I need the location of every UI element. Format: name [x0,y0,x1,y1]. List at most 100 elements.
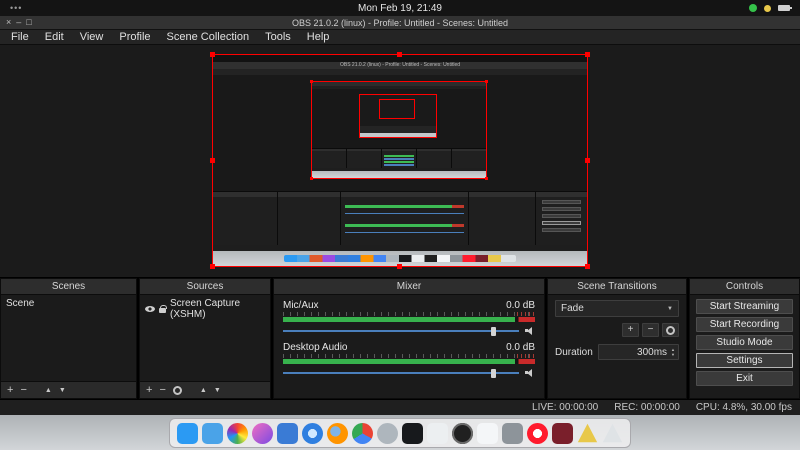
channel-level: 0.0 dB [506,342,535,353]
capture-handle[interactable] [585,52,590,57]
start-streaming-button[interactable]: Start Streaming [696,299,793,314]
volume-slider[interactable] [283,372,519,374]
terminal-icon[interactable] [402,423,423,444]
menu-file[interactable]: File [4,30,36,44]
mixer-body: Mic/Aux 0.0 dB Desktop Audio [274,295,544,398]
db-scale-ticks [283,354,535,358]
mini-mixer-panel [341,192,468,245]
live-time-status: LIVE: 00:00:00 [532,402,598,413]
window-maximize-icon[interactable]: □ [26,18,31,27]
system-settings-icon[interactable] [502,423,523,444]
transitions-panel-title: Scene Transitions [548,279,686,295]
system-clock[interactable]: Mon Feb 19, 21:49 [0,3,800,14]
window-close-icon[interactable]: × [6,18,11,27]
mute-speaker-icon[interactable] [525,368,535,377]
recursive-capture-level-1: OBS 21.0.2 (linux) - Profile: Untitled -… [213,55,587,266]
source-name: Screen Capture (XSHM) [170,298,265,320]
duration-label: Duration [555,347,593,358]
capture-handle[interactable] [585,264,590,269]
screen-capture-source[interactable]: OBS 21.0.2 (linux) - Profile: Untitled -… [212,54,588,267]
move-scene-down-button[interactable]: ▼ [59,385,66,396]
finder-icon[interactable] [177,423,198,444]
add-scene-button[interactable]: + [7,385,13,396]
mail-icon[interactable] [277,423,298,444]
start-recording-button[interactable]: Start Recording [696,317,793,332]
volume-slider[interactable] [283,330,519,332]
move-source-down-button[interactable]: ▼ [214,385,221,396]
photos-icon[interactable] [227,423,248,444]
scenes-list[interactable]: Scene [1,295,136,381]
exit-button[interactable]: Exit [696,371,793,386]
transition-properties-button[interactable] [662,323,679,337]
add-source-button[interactable]: + [146,385,152,396]
move-source-up-button[interactable]: ▲ [200,385,207,396]
menu-scene-collection[interactable]: Scene Collection [160,30,257,44]
status-green-icon[interactable] [749,4,757,12]
remove-source-button[interactable]: − [159,385,165,396]
remove-transition-button[interactable]: − [642,323,659,337]
audio-level-meter [283,359,535,364]
settings-button[interactable]: Settings [696,353,793,368]
volume-slider-knob[interactable] [491,327,496,336]
transitions-body: Fade ▼ + − Duration 300ms ▲ ▼ [548,295,686,398]
capture-handle[interactable] [397,52,402,57]
spin-down-icon[interactable]: ▼ [671,353,675,357]
installer2-icon[interactable] [602,423,623,444]
controls-body: Start Streaming Start Recording Studio M… [690,295,799,398]
transition-selected-value: Fade [561,303,584,314]
transition-select[interactable]: Fade ▼ [555,300,679,317]
menu-help[interactable]: Help [300,30,337,44]
gear-icon [666,326,675,335]
capture-handle[interactable] [210,52,215,57]
mini-panels-row [213,191,587,245]
status-yellow-icon[interactable] [764,5,771,12]
opera-icon[interactable] [527,423,548,444]
capture-handle[interactable] [585,158,590,163]
rec-time-status: REC: 00:00:00 [614,402,680,413]
obs-menubar: File Edit View Profile Scene Collection … [0,30,800,45]
menu-edit[interactable]: Edit [38,30,71,44]
move-scene-up-button[interactable]: ▲ [45,385,52,396]
remove-scene-button[interactable]: − [20,385,26,396]
preview-canvas[interactable]: OBS 21.0.2 (linux) - Profile: Untitled -… [0,45,800,277]
mute-speaker-icon[interactable] [525,326,535,335]
notes-icon[interactable] [427,423,448,444]
scene-name: Scene [6,298,34,309]
visibility-icon[interactable] [145,306,155,312]
duration-input[interactable]: 300ms ▲ ▼ [598,344,679,360]
installer-icon[interactable] [577,423,598,444]
volume-slider-knob[interactable] [491,369,496,378]
music-icon[interactable] [252,423,273,444]
sources-list[interactable]: Screen Capture (XSHM) [140,295,270,381]
obs-titlebar[interactable]: × – □ OBS 21.0.2 (linux) - Profile: Unti… [0,16,800,30]
studio-mode-button[interactable]: Studio Mode [696,335,793,350]
menu-view[interactable]: View [73,30,111,44]
sources-panel: Sources Screen Capture (XSHM) + − ▲ ▼ [139,278,271,399]
capture-handle[interactable] [210,158,215,163]
chrome-icon[interactable] [352,423,373,444]
battery-icon[interactable] [778,5,790,11]
scene-list-item[interactable]: Scene [1,295,136,312]
folders-icon[interactable] [202,423,223,444]
add-transition-button[interactable]: + [622,323,639,337]
lock-icon[interactable] [159,308,166,313]
scenes-toolbar: + − ▲ ▼ [1,381,136,398]
safari-icon[interactable] [302,423,323,444]
firefox-icon[interactable] [327,423,348,444]
window-minimize-icon[interactable]: – [16,18,21,27]
spin-up-icon[interactable]: ▲ [671,348,675,352]
capture-handle[interactable] [210,264,215,269]
menu-profile[interactable]: Profile [112,30,157,44]
document-icon[interactable] [477,423,498,444]
capture-handle[interactable] [397,264,402,269]
mixer-channel-mic: Mic/Aux 0.0 dB [283,300,535,335]
app-maroon-icon[interactable] [552,423,573,444]
menu-tools[interactable]: Tools [258,30,298,44]
source-properties-gear-icon[interactable] [173,386,182,395]
source-list-item[interactable]: Screen Capture (XSHM) [140,295,270,323]
window-title: OBS 21.0.2 (linux) - Profile: Untitled -… [0,18,800,28]
app-gray-icon[interactable] [377,423,398,444]
audio-level-meter [283,317,535,322]
desktop-screen: ••• Mon Feb 19, 21:49 × – □ OBS 21.0.2 (… [0,0,800,450]
obs-icon[interactable] [452,423,473,444]
